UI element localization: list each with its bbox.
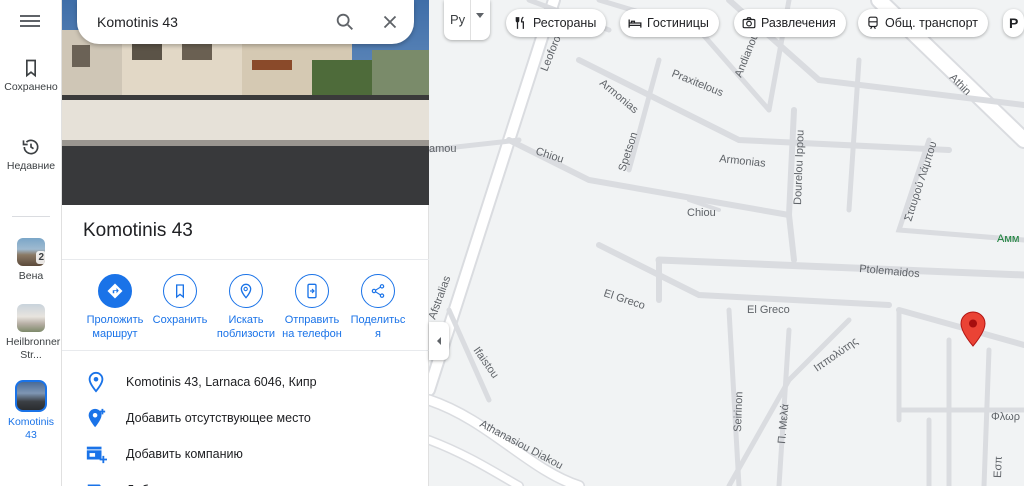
- hotel-icon: [628, 19, 642, 28]
- chevron-left-icon: [437, 337, 441, 345]
- poi-label: Амм: [997, 233, 1019, 245]
- history-count-badge: 2: [36, 251, 45, 264]
- street-label: Spetson: [616, 131, 640, 173]
- map-roads: Leoforos Athin Armonias Praxitelous Andi…: [429, 0, 1024, 486]
- chip-label: Развлечения: [761, 16, 836, 30]
- action-buttons: Проложить маршрут Сохранить Искать побли…: [80, 274, 415, 344]
- search-icon[interactable]: [334, 11, 356, 33]
- rail-history-komotinis[interactable]: Komotinis 43: [0, 380, 62, 442]
- street-label: Andianou: [733, 32, 762, 80]
- search-input[interactable]: [97, 0, 317, 44]
- street-label: Εσπ: [992, 456, 1005, 479]
- history-icon: [22, 139, 39, 155]
- location-pin-icon: [88, 371, 104, 393]
- street-label: Chiou: [687, 207, 716, 219]
- chip-label: Гостиницы: [647, 16, 709, 30]
- chip-parking[interactable]: P: [1003, 9, 1024, 37]
- send-to-phone-label: Отправить на телефон: [282, 314, 342, 340]
- directions-button[interactable]: Проложить маршрут: [82, 274, 148, 341]
- rail-saved-label: Сохранено: [4, 81, 58, 93]
- address-text: Komotinis 43, Larnaca 6046, Кипр: [126, 375, 317, 389]
- street-label: amou: [429, 143, 457, 155]
- street-label: Φλωρ: [991, 411, 1020, 423]
- street-label: Σταυρού Λάμπου: [902, 140, 939, 223]
- bookmark-icon: [26, 59, 36, 78]
- add-missing-place-text: Добавить отсутствующее место: [126, 411, 311, 425]
- collapse-panel-button[interactable]: [429, 322, 449, 360]
- place-panel: Komotinis 43 Проложить маршрут Сохранить…: [62, 0, 429, 486]
- share-button[interactable]: Поделитьс я: [345, 274, 411, 341]
- rail-divider: [12, 216, 50, 217]
- add-label-text: Доб: [126, 473, 149, 486]
- label-icon: [87, 484, 101, 486]
- add-business-text: Добавить компанию: [126, 447, 243, 461]
- vienna-thumbnail: 2: [17, 238, 45, 266]
- address-row[interactable]: Komotinis 43, Larnaca 6046, Кипр: [62, 365, 429, 399]
- place-title: Komotinis 43: [83, 220, 193, 241]
- street-label: Athanasiou Diakou: [478, 418, 565, 472]
- search-box: [77, 0, 414, 44]
- send-to-phone-icon: [295, 274, 329, 308]
- heilbronner-thumbnail: [17, 304, 45, 332]
- street-label: El Greco: [602, 287, 646, 312]
- language-layer-button[interactable]: Py: [444, 0, 490, 40]
- close-icon[interactable]: [379, 11, 401, 33]
- chip-label: Общ. транспорт: [885, 16, 979, 30]
- menu-icon[interactable]: [18, 12, 42, 32]
- directions-label: Проложить маршрут: [86, 314, 144, 340]
- language-label: Py: [450, 12, 466, 27]
- directions-icon: [98, 274, 132, 308]
- camera-icon: [742, 17, 756, 29]
- add-label-row[interactable]: Доб: [62, 473, 429, 486]
- rail-history-label: Komotinis 43: [7, 416, 55, 441]
- share-label: Поделитьс я: [350, 314, 406, 340]
- send-to-phone-button[interactable]: Отправить на телефон: [279, 274, 345, 341]
- chip-hotels[interactable]: Гостиницы: [620, 9, 719, 37]
- chip-label: Рестораны: [533, 16, 597, 30]
- nearby-label: Искать поблизости: [216, 314, 276, 340]
- chip-transit[interactable]: Общ. транспорт: [858, 9, 989, 37]
- chevron-down-icon: [476, 13, 484, 18]
- chip-restaurants[interactable]: Рестораны: [506, 9, 607, 37]
- rail-recent-label: Недавние: [6, 160, 56, 172]
- chip-entertainment[interactable]: Развлечения: [734, 9, 846, 37]
- divider: [470, 0, 471, 40]
- maps-app: Сохранено Недавние 2 Вена Heilbronner St…: [0, 0, 1024, 486]
- location-marker-icon[interactable]: [960, 311, 986, 347]
- divider: [62, 350, 429, 351]
- add-business-icon: [86, 446, 107, 464]
- street-label: Seirinon: [732, 391, 745, 432]
- rail-history-label: Heilbronner Str...: [6, 336, 61, 361]
- transit-icon: [868, 16, 878, 30]
- save-label: Сохранить: [152, 314, 208, 326]
- komotinis-thumbnail: [15, 380, 47, 412]
- street-label: Ptolemaidos: [859, 263, 921, 280]
- rail-history-vienna[interactable]: 2 Вена: [0, 238, 62, 283]
- street-label: Π. Μελά: [776, 403, 791, 444]
- divider: [62, 259, 429, 260]
- rail-history-label: Вена: [18, 270, 44, 282]
- nearby-icon: [229, 274, 263, 308]
- share-icon: [361, 274, 395, 308]
- restaurant-icon: [515, 16, 524, 29]
- street-label: El Greco: [747, 304, 790, 316]
- street-label: Praxitelous: [670, 68, 725, 100]
- map-canvas[interactable]: Leoforos Athin Armonias Praxitelous Andi…: [429, 0, 1024, 486]
- rail-history-heilbronner[interactable]: Heilbronner Str...: [0, 304, 62, 362]
- rail-recent[interactable]: Недавние: [0, 137, 62, 173]
- rail-saved[interactable]: Сохранено: [0, 58, 62, 94]
- bookmark-icon: [163, 274, 197, 308]
- street-label: Dourelou Ippou: [792, 129, 807, 205]
- save-button[interactable]: Сохранить: [147, 274, 213, 327]
- parking-icon: P: [1009, 15, 1019, 31]
- street-label: Armonias: [719, 153, 767, 170]
- add-business-row[interactable]: Добавить компанию: [62, 437, 429, 471]
- add-place-icon: [88, 408, 106, 428]
- add-missing-place-row[interactable]: Добавить отсутствующее место: [62, 401, 429, 435]
- street-label: Ιππολύτης: [812, 335, 861, 374]
- nearby-button[interactable]: Искать поблизости: [213, 274, 279, 341]
- left-rail: Сохранено Недавние 2 Вена Heilbronner St…: [0, 0, 62, 486]
